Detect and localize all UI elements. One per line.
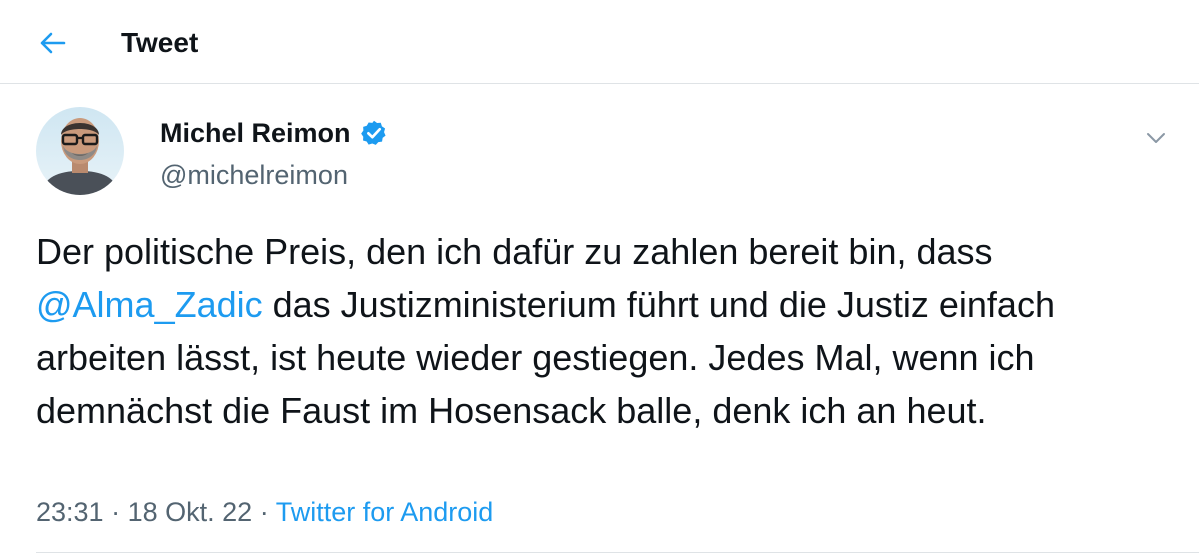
tweet-meta: 23:31 · 18 Okt. 22 · Twitter for Android (36, 495, 493, 529)
author-handle[interactable]: @michelreimon (160, 158, 348, 192)
back-button[interactable] (36, 26, 70, 60)
tweet-text-start: Der politische Preis, den ich dafür zu z… (36, 231, 993, 272)
divider (36, 552, 1199, 553)
verified-badge-icon (361, 120, 386, 145)
arrow-left-icon (40, 32, 66, 54)
page-title: Tweet (121, 27, 199, 58)
tweet-date[interactable]: 18 Okt. 22 (128, 497, 253, 527)
mention-link[interactable]: @Alma_Zadic (36, 284, 263, 325)
more-options-button[interactable] (1142, 126, 1170, 150)
author-name[interactable]: Michel Reimon (160, 116, 351, 150)
top-bar: Tweet (0, 0, 1199, 84)
meta-separator: · (259, 497, 269, 527)
tweet-text: Der politische Preis, den ich dafür zu z… (36, 225, 1176, 437)
meta-separator: · (111, 497, 121, 527)
tweet-time[interactable]: 23:31 (36, 497, 104, 527)
tweet-source-link[interactable]: Twitter for Android (276, 497, 494, 527)
avatar[interactable] (36, 107, 124, 195)
chevron-down-icon (1147, 133, 1165, 143)
